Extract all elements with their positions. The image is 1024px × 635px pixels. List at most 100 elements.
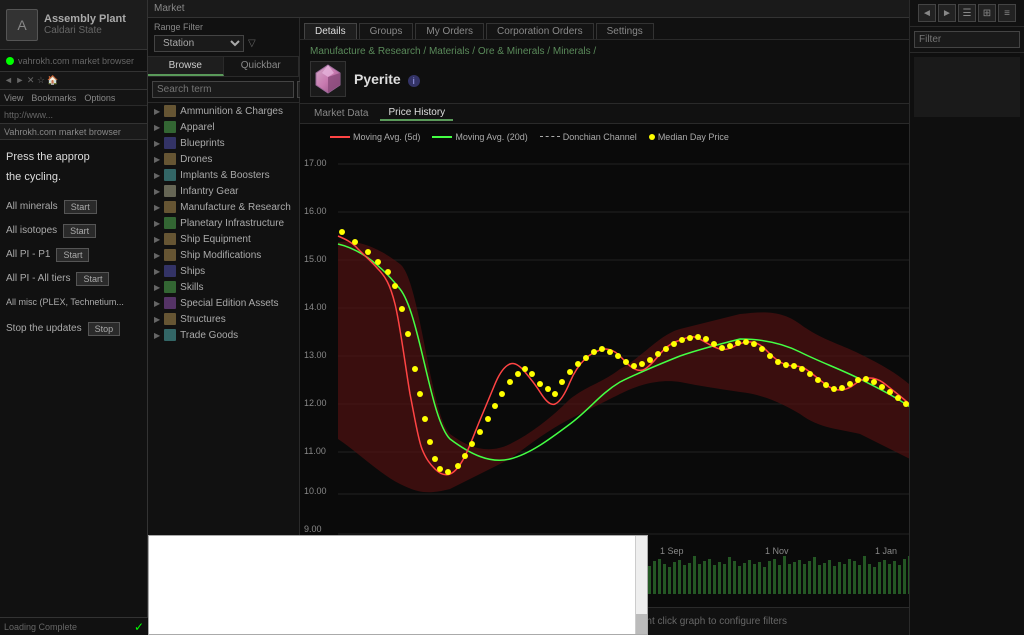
- category-icon: [164, 249, 176, 261]
- svg-text:1 Jan: 1 Jan: [875, 546, 897, 556]
- character-area: A Assembly Plant Caldari State: [0, 0, 147, 50]
- legend-dot-median: [649, 134, 655, 140]
- svg-text:16.00: 16.00: [304, 206, 327, 216]
- pi-p1-start-button[interactable]: Start: [56, 248, 89, 262]
- left-panel: A Assembly Plant Caldari State vahrokh.c…: [0, 0, 148, 635]
- category-arrow-icon: ▶: [154, 155, 160, 164]
- tab-my-orders[interactable]: My Orders: [415, 23, 484, 39]
- category-icon: [164, 105, 176, 117]
- svg-text:13.00: 13.00: [304, 350, 327, 360]
- category-label: Planetary Infrastructure: [180, 218, 284, 229]
- search-input[interactable]: [152, 81, 294, 98]
- loading-check-icon: ✓: [134, 620, 144, 634]
- category-label: Special Edition Assets: [180, 298, 278, 309]
- legend-label-median: Median Day Price: [658, 132, 729, 142]
- right-tool-prev[interactable]: ◄: [918, 4, 936, 22]
- chart-tab-market-data[interactable]: Market Data: [306, 107, 376, 120]
- category-item[interactable]: ▶ Manufacture & Research: [148, 199, 299, 215]
- category-item[interactable]: ▶ Drones: [148, 151, 299, 167]
- category-label: Ships: [180, 266, 205, 277]
- menu-view[interactable]: View: [4, 93, 23, 103]
- isotopes-start-button[interactable]: Start: [63, 224, 96, 238]
- pi-all-start-button[interactable]: Start: [76, 272, 109, 286]
- category-icon: [164, 313, 176, 325]
- category-arrow-icon: ▶: [154, 107, 160, 116]
- category-icon: [164, 137, 176, 149]
- category-item[interactable]: ▶ Trade Goods: [148, 327, 299, 343]
- menu-bookmarks[interactable]: Bookmarks: [31, 93, 76, 103]
- category-icon: [164, 121, 176, 133]
- misc-label: All misc (PLEX, Technetium...: [6, 294, 124, 310]
- browser-tab-text: Vahrokh.com market browser: [4, 127, 121, 137]
- category-arrow-icon: ▶: [154, 315, 160, 324]
- category-item[interactable]: ▶ Skills: [148, 279, 299, 295]
- category-label: Ship Modifications: [180, 250, 261, 261]
- right-tool-next[interactable]: ►: [938, 4, 956, 22]
- category-arrow-icon: ▶: [154, 203, 160, 212]
- chart-tab-price-history[interactable]: Price History: [380, 106, 453, 121]
- misc-row: All misc (PLEX, Technetium...: [6, 294, 141, 310]
- category-label: Ship Equipment: [180, 234, 251, 245]
- category-icon: [164, 329, 176, 341]
- pyerite-icon: [312, 63, 344, 95]
- category-arrow-icon: ▶: [154, 187, 160, 196]
- category-item[interactable]: ▶ Special Edition Assets: [148, 295, 299, 311]
- legend-line-donchian: [540, 136, 560, 138]
- category-label: Drones: [180, 154, 212, 165]
- category-item[interactable]: ▶ Blueprints: [148, 135, 299, 151]
- tab-groups[interactable]: Groups: [359, 23, 414, 39]
- pi-all-row: All PI - All tiers Start: [6, 270, 141, 288]
- stop-button[interactable]: Stop: [88, 322, 121, 336]
- pi-p1-label: All PI - P1: [6, 246, 50, 264]
- category-item[interactable]: ▶ Infantry Gear: [148, 183, 299, 199]
- right-preview: [914, 57, 1020, 117]
- category-arrow-icon: ▶: [154, 235, 160, 244]
- browse-tab[interactable]: Browse: [148, 57, 224, 76]
- legend-line-20d: [432, 136, 452, 138]
- category-label: Structures: [180, 314, 226, 325]
- tab-details[interactable]: Details: [304, 23, 357, 39]
- right-tool-grid[interactable]: ⊞: [978, 4, 996, 22]
- category-item[interactable]: ▶ Implants & Boosters: [148, 167, 299, 183]
- browser-tab: Vahrokh.com market browser: [0, 124, 147, 140]
- range-select[interactable]: Station: [154, 35, 244, 52]
- browser-bar: ◄ ► ✕ ☆ 🏠: [0, 72, 147, 90]
- category-item[interactable]: ▶ Planetary Infrastructure: [148, 215, 299, 231]
- menu-options[interactable]: Options: [84, 93, 115, 103]
- category-arrow-icon: ▶: [154, 331, 160, 340]
- tab-settings[interactable]: Settings: [596, 23, 654, 39]
- legend-median: Median Day Price: [649, 132, 729, 142]
- browse-tabs: Browse Quickbar: [148, 57, 299, 77]
- category-item[interactable]: ▶ Ship Modifications: [148, 247, 299, 263]
- breadcrumb: Manufacture & Research / Materials / Ore…: [310, 46, 1013, 57]
- quickbar-tab[interactable]: Quickbar: [224, 57, 300, 76]
- right-tool-list[interactable]: ≡: [998, 4, 1016, 22]
- category-label: Trade Goods: [180, 330, 238, 341]
- item-icon: [310, 61, 346, 97]
- stop-label: Stop the updates: [6, 320, 82, 338]
- tab-corp-orders[interactable]: Corporation Orders: [486, 23, 594, 39]
- right-tool-menu[interactable]: ☰: [958, 4, 976, 22]
- browser-bar-nav: ◄ ► ✕ ☆ 🏠: [4, 75, 59, 86]
- right-toolbar: ◄ ► ☰ ⊞ ≡: [910, 0, 1024, 27]
- category-label: Skills: [180, 282, 203, 293]
- character-name: Assembly Plant: [44, 13, 141, 25]
- svg-text:9.00: 9.00: [304, 524, 322, 534]
- category-item[interactable]: ▶ Apparel: [148, 119, 299, 135]
- item-info-icon[interactable]: i: [408, 75, 420, 87]
- category-item[interactable]: ▶ Ammunition & Charges: [148, 103, 299, 119]
- category-arrow-icon: ▶: [154, 251, 160, 260]
- popup-scrollbar[interactable]: [635, 536, 647, 634]
- right-panel: ◄ ► ☰ ⊞ ≡: [909, 0, 1024, 635]
- category-item[interactable]: ▶ Ship Equipment: [148, 231, 299, 247]
- url-text: http://www...: [4, 110, 53, 120]
- category-icon: [164, 217, 176, 229]
- category-item[interactable]: ▶ Structures: [148, 311, 299, 327]
- pi-all-label: All PI - All tiers: [6, 270, 70, 288]
- status-dot: [6, 57, 14, 65]
- category-icon: [164, 185, 176, 197]
- range-filter: Range Filter Station ▽: [148, 18, 299, 57]
- filter-input[interactable]: [914, 31, 1020, 48]
- category-item[interactable]: ▶ Ships: [148, 263, 299, 279]
- minerals-start-button[interactable]: Start: [64, 200, 97, 214]
